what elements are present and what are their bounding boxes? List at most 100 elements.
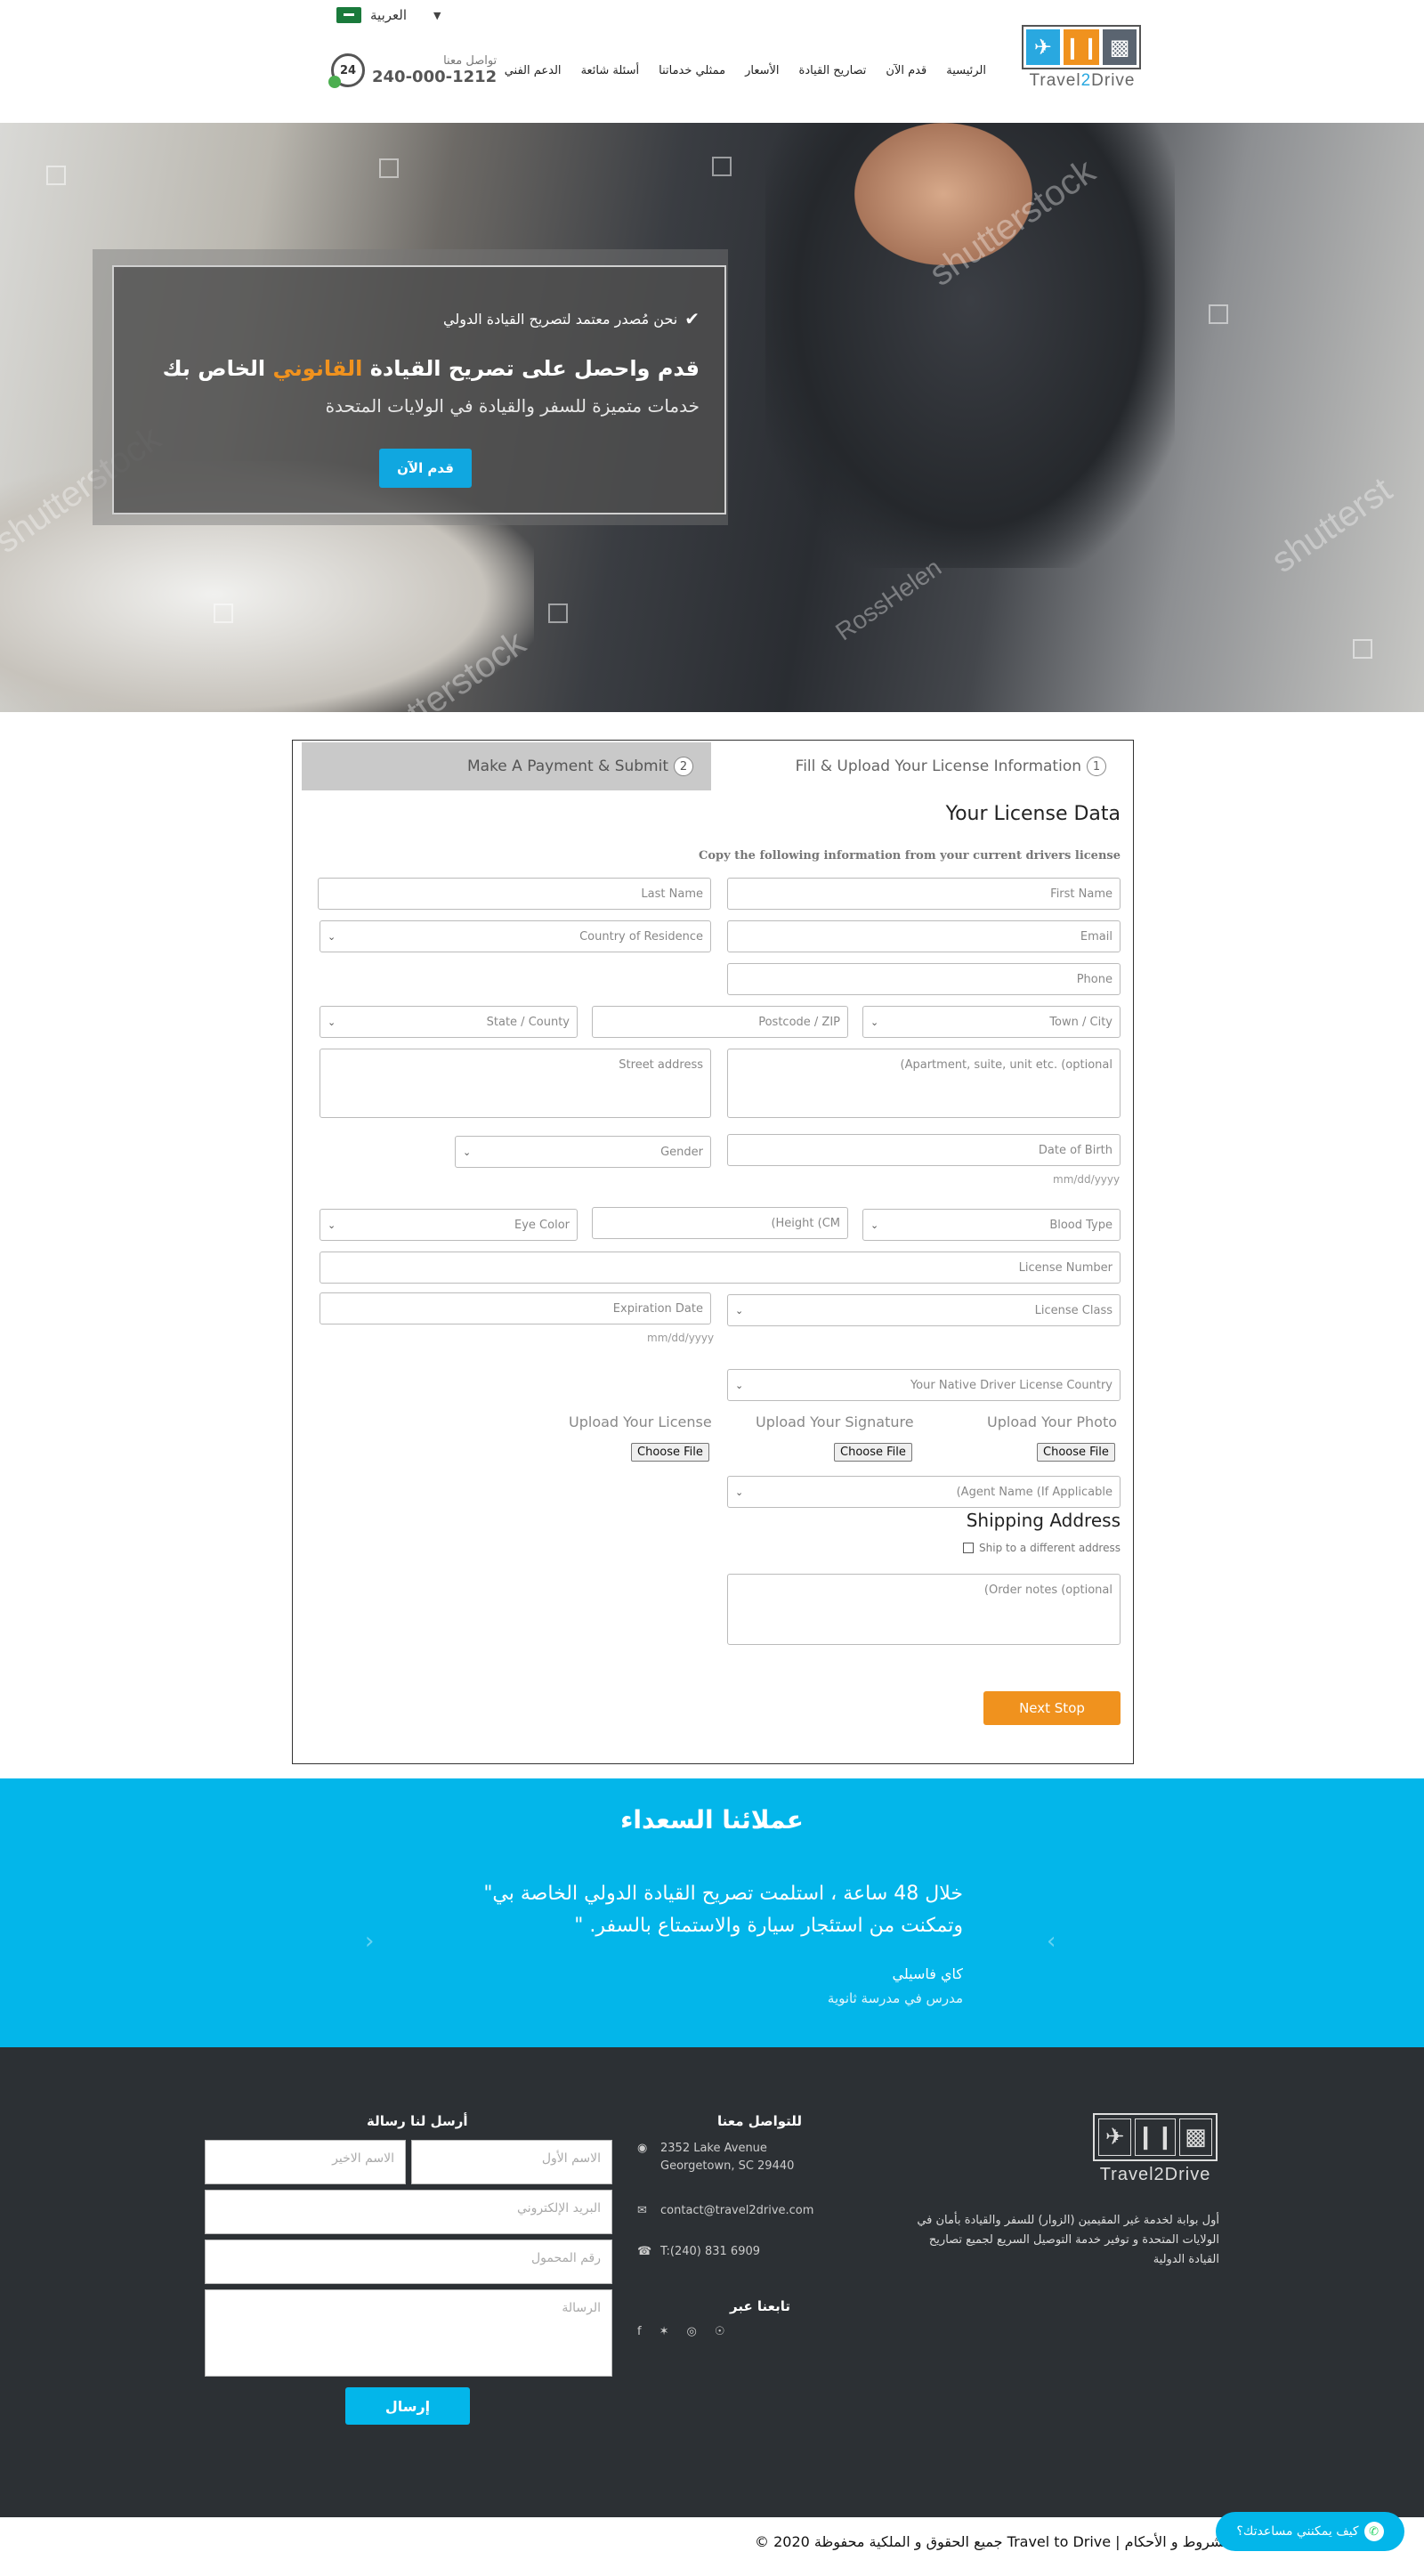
nav-prices[interactable]: الأسعار (745, 64, 779, 77)
chevron-down-icon: ⌄ (735, 1379, 744, 1391)
message-title: أرسل لنا رسالة (367, 2113, 468, 2129)
road-icon: ❙❙ (1135, 2118, 1176, 2156)
native-country-select[interactable]: ⌄ Your Native Driver License Country (727, 1369, 1121, 1401)
watermark-frame-icon (379, 158, 399, 178)
main-nav: الرئيسية قدم الآن تصاريح القيادة الأسعار… (505, 64, 986, 77)
nav-home[interactable]: الرئيسية (946, 64, 986, 77)
expiration-date-field[interactable]: Expiration Date (320, 1292, 711, 1324)
phone-link[interactable]: ☎ T:(240) 831 6909 (637, 2243, 760, 2261)
airplane-icon: ✈ (1098, 2118, 1132, 2156)
first-name-field[interactable]: First Name (727, 878, 1121, 910)
height-field[interactable]: (Height (CM (592, 1207, 848, 1239)
expiration-hint: mm/dd/yyyy (647, 1332, 715, 1344)
chevron-down-icon: ⌄ (328, 1219, 336, 1231)
footer-logo[interactable]: ✈ ❙❙ ▩ (1093, 2113, 1218, 2161)
email-field[interactable]: Email (727, 920, 1121, 952)
upload-license-button[interactable]: Choose File (631, 1443, 709, 1462)
nav-support[interactable]: الدعم الفني (505, 64, 562, 77)
chevron-down-icon: ▼ (433, 9, 441, 21)
next-arrow-icon[interactable]: › (1047, 1928, 1056, 1955)
agent-select[interactable]: ⌄ (Agent Name (If Applicable (727, 1476, 1121, 1508)
license-number-field[interactable]: License Number (320, 1252, 1121, 1284)
contact-last-name-field[interactable]: الاسم الاخير (205, 2140, 406, 2184)
testimonial-role: مدرس في مدرسة ثانوية (827, 1990, 963, 2006)
chevron-down-icon: ⌄ (870, 1016, 879, 1028)
site-header: العربية ▼ 24 تواصل معنا 240-000-1212 الر… (0, 0, 1424, 123)
contact-first-name-field[interactable]: الاسم الأول (411, 2140, 612, 2184)
address: ◉ 2352 Lake Avenue Georgetown, SC 29440 (637, 2142, 795, 2173)
contact-block[interactable]: 24 تواصل معنا 240-000-1212 (328, 53, 497, 88)
contact-phone[interactable]: 240-000-1212 (372, 68, 497, 86)
country-select[interactable]: ⌄ Country of Residence (320, 920, 711, 952)
eye-color-select[interactable]: ⌄ Eye Color (320, 1209, 578, 1241)
language-label: العربية (370, 7, 407, 23)
upload-license-label: Upload Your License (569, 1414, 712, 1430)
testimonials-title: عملائنا السعداء (620, 1805, 804, 1835)
saudi-flag-icon (336, 7, 361, 23)
logo-text: Travel2Drive (1029, 71, 1136, 90)
follow-title: تابعنا عبر (730, 2298, 791, 2314)
town-select[interactable]: ⌄ Town / City (862, 1006, 1121, 1038)
postcode-field[interactable]: Postcode / ZIP (592, 1006, 848, 1038)
footer-description: أول بوابة لخدمة غير المقيمين (الزوار) لل… (917, 2214, 1219, 2266)
nav-apply[interactable]: قدم الآن (886, 64, 926, 77)
dob-field[interactable]: Date of Birth (727, 1134, 1121, 1166)
testimonial-author: كاي فاسيلي (892, 1965, 964, 1982)
phone-field[interactable]: Phone (727, 963, 1121, 995)
contact-email-field[interactable]: البريد الإلكتروني (205, 2190, 612, 2234)
site-footer: ✈ ❙❙ ▩ Travel2Drive أول بوابة لخدمة غير … (0, 2047, 1424, 2517)
chevron-down-icon: ⌄ (463, 1146, 472, 1158)
tab-payment[interactable]: Make A Payment & Submit 2 (302, 742, 711, 790)
apartment-field[interactable]: (Apartment, suite, unit etc. (optional (727, 1049, 1121, 1118)
nav-permits[interactable]: تصاريح القيادة (799, 64, 867, 77)
watermark-frame-icon (214, 603, 233, 623)
street-address-field[interactable]: Street address (320, 1049, 711, 1118)
send-message-button[interactable]: إرسال (345, 2387, 470, 2425)
facebook-icon[interactable]: f (637, 2323, 642, 2341)
upload-signature-label: Upload Your Signature (756, 1414, 914, 1430)
watermark: shutterst (1264, 470, 1399, 581)
watermark-frame-icon (1353, 639, 1372, 659)
contact-mobile-field[interactable]: رقم المحمول (205, 2240, 612, 2284)
tab-license-info[interactable]: Fill & Upload Your License Information 1 (711, 742, 1124, 790)
phone-icon: ☎ (637, 2245, 652, 2258)
phone-24-icon: 24 (328, 53, 365, 88)
dribbble-icon[interactable]: ◎ (686, 2323, 696, 2341)
footer-logo-text: Travel2Drive (1099, 2165, 1211, 2184)
dob-hint: mm/dd/yyyy (1053, 1173, 1121, 1186)
hero-subheading: خدمات متميزة للسفر والقيادة في الولايات … (325, 395, 700, 417)
watermark-frame-icon (46, 166, 66, 185)
email-link[interactable]: ✉ contact@travel2drive.com (637, 2202, 813, 2220)
next-step-button[interactable]: Next Stop (983, 1691, 1121, 1725)
watermark-frame-icon (1209, 304, 1228, 324)
watermark-frame-icon (712, 157, 732, 176)
copyright: الشروط و الأحكام | Travel to Drive جميع … (755, 2533, 1232, 2550)
upload-signature-button[interactable]: Choose File (834, 1443, 912, 1462)
language-switcher[interactable]: العربية ▼ (336, 7, 441, 23)
nav-representatives[interactable]: ممثلي خدماتنا (659, 64, 725, 77)
site-logo[interactable]: ✈ ❙❙ ▩ Travel2Drive (1022, 25, 1143, 90)
twitter-icon[interactable]: ✶ (659, 2323, 669, 2341)
hero-badge: ✔ نحن مُصدر معتمد لتصريح القيادة الدولي (443, 308, 700, 329)
hero-heading: قدم واحصل على تصريح القيادة القانوني الخ… (162, 356, 700, 381)
nav-faq[interactable]: أسئلة شائعة (581, 64, 640, 77)
pinterest-icon[interactable]: ☉ (715, 2323, 725, 2341)
upload-photo-button[interactable]: Choose File (1037, 1443, 1115, 1462)
chevron-down-icon: ⌄ (735, 1304, 744, 1316)
gender-select[interactable]: ⌄ Gender (455, 1136, 711, 1168)
testimonial-quote: خلال 48 ساعة ، استلمت تصريح القيادة الدو… (483, 1883, 963, 1937)
social-links: f ✶ ◎ ☉ (637, 2323, 724, 2341)
state-select[interactable]: ⌄ State / County (320, 1006, 578, 1038)
contact-message-field[interactable]: الرسالة (205, 2289, 612, 2377)
chevron-down-icon: ⌄ (870, 1219, 879, 1231)
prev-arrow-icon[interactable]: ‹ (365, 1928, 374, 1955)
car-icon: ▩ (1178, 2118, 1213, 2156)
apply-now-button[interactable]: قدم الآن (379, 449, 472, 488)
license-class-select[interactable]: ⌄ License Class (727, 1294, 1121, 1326)
order-notes-field[interactable]: (Order notes (optional (727, 1574, 1121, 1645)
last-name-field[interactable]: Last Name (318, 878, 711, 910)
blood-type-select[interactable]: ⌄ Blood Type (862, 1209, 1121, 1241)
whatsapp-chat-button[interactable]: ✆ كيف يمكنني مساعدتك؟ (1216, 2512, 1404, 2551)
ship-different-checkbox[interactable] (963, 1543, 975, 1553)
ship-different-row[interactable]: Ship to a different address (963, 1542, 1121, 1554)
